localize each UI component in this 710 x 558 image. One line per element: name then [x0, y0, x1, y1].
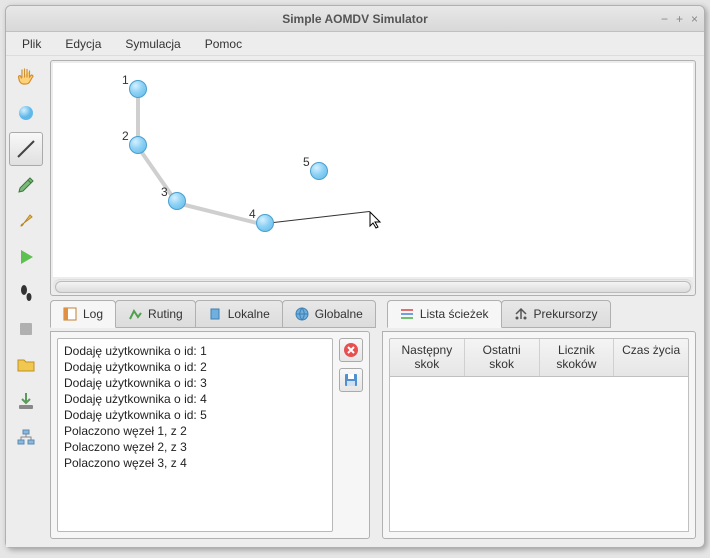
graph-node-label: 2 — [122, 129, 129, 143]
tab-prekursorzy[interactable]: Prekursorzy — [501, 300, 611, 328]
menu-edycja[interactable]: Edycja — [55, 34, 111, 54]
picker-tool-button[interactable] — [9, 168, 43, 202]
close-button[interactable]: × — [691, 12, 698, 26]
left-tab-group: Log Ruting Lokalne Globalne — [50, 300, 375, 328]
brush-icon — [16, 211, 36, 231]
panels-row: Dodaję użytkownika o id: 1Dodaję użytkow… — [50, 332, 696, 539]
graph-node[interactable] — [310, 162, 328, 180]
save-down-icon — [16, 391, 36, 411]
node-tool-button[interactable] — [9, 96, 43, 130]
tab-globalne[interactable]: Globalne — [282, 300, 376, 328]
maximize-button[interactable]: + — [676, 12, 683, 26]
log-line: Dodaję użytkownika o id: 3 — [64, 375, 326, 391]
tab-lista-label: Lista ścieżek — [420, 307, 489, 321]
tab-prekursorzy-label: Prekursorzy — [534, 307, 598, 321]
tab-lista-sciezek[interactable]: Lista ścieżek — [387, 300, 502, 328]
lokalne-icon — [208, 307, 222, 321]
folder-icon — [16, 356, 36, 374]
circle-icon — [16, 103, 36, 123]
ruting-icon — [128, 307, 142, 321]
tab-log-label: Log — [83, 307, 103, 321]
simulation-canvas[interactable]: 1 2 3 4 5 — [53, 63, 693, 277]
graph-node[interactable] — [168, 192, 186, 210]
right-tab-group: Lista ścieżek Prekursorzy — [387, 300, 610, 328]
th-licznik-skokow[interactable]: Licznik skoków — [540, 339, 615, 376]
clear-log-button[interactable] — [339, 338, 363, 362]
list-icon — [400, 307, 414, 321]
graph-node-label: 3 — [161, 185, 168, 199]
log-textarea[interactable]: Dodaję użytkownika o id: 1Dodaję użytkow… — [57, 338, 333, 532]
window-controls: − + × — [661, 12, 698, 26]
window-title: Simple AOMDV Simulator — [282, 12, 428, 26]
graph-node[interactable] — [129, 136, 147, 154]
line-icon — [15, 138, 37, 160]
network-button[interactable] — [9, 420, 43, 454]
play-button[interactable] — [9, 240, 43, 274]
titlebar[interactable]: Simple AOMDV Simulator − + × — [6, 6, 704, 32]
tabs-row: Log Ruting Lokalne Globalne — [50, 300, 696, 328]
graph-edge — [265, 211, 369, 224]
step-button[interactable] — [9, 276, 43, 310]
vertical-toolbar — [6, 56, 46, 547]
log-line: Dodaję użytkownika o id: 4 — [64, 391, 326, 407]
save-button[interactable] — [9, 384, 43, 418]
app-window: Simple AOMDV Simulator − + × Plik Edycja… — [5, 5, 705, 548]
log-line: Dodaję użytkownika o id: 2 — [64, 359, 326, 375]
menu-plik[interactable]: Plik — [12, 34, 51, 54]
paths-panel: Następny skok Ostatni skok Licznik skokó… — [382, 331, 696, 539]
hand-icon — [15, 66, 37, 88]
prekursorzy-icon — [514, 307, 528, 321]
stop-icon — [18, 321, 34, 337]
network-icon — [16, 428, 36, 446]
horizontal-scrollbar[interactable] — [53, 279, 693, 293]
table-header: Następny skok Ostatni skok Licznik skokó… — [389, 338, 689, 377]
tab-lokalne-label: Lokalne — [228, 307, 270, 321]
play-icon — [17, 248, 35, 266]
tab-log[interactable]: Log — [50, 300, 116, 328]
tab-globalne-label: Globalne — [315, 307, 363, 321]
edge-tool-button[interactable] — [9, 132, 43, 166]
body-area: 1 2 3 4 5 Log Ruting — [6, 56, 704, 547]
menu-symulacja[interactable]: Symulacja — [115, 34, 190, 54]
graph-node-label: 5 — [303, 155, 310, 169]
save-log-button[interactable] — [339, 368, 363, 392]
log-line: Dodaję użytkownika o id: 5 — [64, 407, 326, 423]
log-panel: Dodaję użytkownika o id: 1Dodaję użytkow… — [50, 331, 370, 539]
floppy-icon — [343, 372, 359, 388]
stop-button[interactable] — [9, 312, 43, 346]
tab-lokalne[interactable]: Lokalne — [195, 300, 283, 328]
scrollbar-thumb[interactable] — [55, 281, 691, 293]
cursor-icon — [369, 211, 383, 232]
graph-node-label: 1 — [122, 73, 129, 87]
open-button[interactable] — [9, 348, 43, 382]
th-nastepny-skok[interactable]: Następny skok — [390, 339, 465, 376]
tab-ruting-label: Ruting — [148, 307, 183, 321]
graph-node[interactable] — [256, 214, 274, 232]
tab-ruting[interactable]: Ruting — [115, 300, 196, 328]
log-line: Dodaję użytkownika o id: 1 — [64, 343, 326, 359]
dropper-icon — [16, 175, 36, 195]
log-icon — [63, 307, 77, 321]
brush-tool-button[interactable] — [9, 204, 43, 238]
log-line: Polaczono węzeł 1, z 2 — [64, 423, 326, 439]
log-line: Polaczono węzeł 2, z 3 — [64, 439, 326, 455]
hand-tool-button[interactable] — [9, 60, 43, 94]
table-body[interactable] — [389, 377, 689, 532]
canvas-container: 1 2 3 4 5 — [50, 60, 696, 296]
minimize-button[interactable]: − — [661, 12, 668, 26]
th-czas-zycia[interactable]: Czas życia — [614, 339, 688, 376]
footprint-icon — [17, 283, 35, 303]
graph-node-label: 4 — [249, 207, 256, 221]
log-line: Polaczono węzeł 3, z 4 — [64, 455, 326, 471]
delete-icon — [343, 342, 359, 358]
log-buttons — [339, 338, 363, 532]
menubar: Plik Edycja Symulacja Pomoc — [6, 32, 704, 56]
th-ostatni-skok[interactable]: Ostatni skok — [465, 339, 540, 376]
main-area: 1 2 3 4 5 Log Ruting — [46, 56, 704, 547]
graph-node[interactable] — [129, 80, 147, 98]
globe-icon — [295, 307, 309, 321]
menu-pomoc[interactable]: Pomoc — [195, 34, 252, 54]
